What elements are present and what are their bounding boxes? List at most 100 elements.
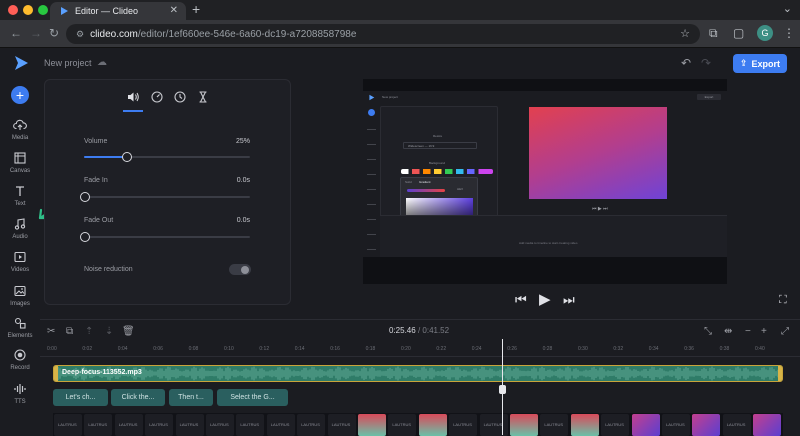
text-clip[interactable]: Click the... [111, 389, 165, 406]
clock-icon[interactable] [173, 90, 187, 104]
clideo-logo-icon[interactable] [12, 54, 30, 72]
sidebar-item-media[interactable]: Media [0, 118, 40, 141]
play-icon[interactable]: ▶ [539, 290, 551, 308]
sidebar-item-tts[interactable]: TTS [0, 382, 40, 405]
video-preview[interactable]: New project Export Resize Widescreen — 1… [363, 79, 727, 284]
volume-slider[interactable] [84, 152, 250, 162]
sidebar-item-images[interactable]: Images [0, 284, 40, 307]
video-thumbnail-label: LAUTRUS [210, 422, 229, 427]
video-thumbnail-label: LAUTRUS [666, 422, 685, 427]
sidebar-item-record[interactable]: Record [0, 348, 40, 371]
mini-gradient-bar [407, 189, 445, 192]
audio-clip[interactable]: Deep-focus-113552.mp3 [53, 365, 783, 382]
ruler-tick-label: 0:12 [259, 346, 270, 352]
mini-gradient-tab: Gradient [419, 180, 431, 184]
reload-icon[interactable]: ↻ [49, 26, 59, 40]
ruler-tick-label: 0:36 [684, 346, 694, 352]
project-name[interactable]: New project [44, 58, 92, 68]
browser-menu-icon[interactable]: ⋮ [783, 26, 795, 40]
fit-timeline-icon[interactable]: ⤡ [704, 326, 712, 337]
split-view-icon[interactable]: ⇹ [724, 326, 732, 337]
volume-slider-knob[interactable] [121, 152, 132, 162]
undo-icon[interactable]: ↶ [681, 56, 691, 70]
video-thumbnail-label: LAUTRUS [605, 422, 624, 427]
ruler-tick-label: 0:18 [365, 346, 376, 352]
ruler-tick-label: 0:02 [82, 346, 93, 352]
timeline: ✂ ⧉ ⇡ ⇣ 🗑 0:25.46 / 0:41.52 ⤡ ⇹ − + ⤢ 0:… [40, 319, 800, 436]
extensions-icon[interactable]: ⧉ [709, 26, 718, 41]
ruler-tick-label: 0:04 [117, 346, 128, 352]
mini-timeline [380, 215, 727, 257]
video-thumbnail-label: LAUTRUS [453, 422, 472, 427]
export-button[interactable]: ⇪ Export [733, 54, 787, 73]
tab-close-icon[interactable]: ✕ [170, 5, 178, 16]
ruler-tick-label: 0:40 [755, 346, 765, 352]
browser-tab[interactable]: Editor — Clideo ✕ [50, 2, 186, 20]
sidebar-item-elements[interactable]: Elements [0, 316, 40, 339]
site-settings-icon[interactable]: ⚙ [76, 29, 84, 40]
fade-in-slider-knob[interactable] [80, 192, 90, 202]
sidebar-item-audio[interactable]: Audio [0, 217, 40, 240]
hourglass-icon[interactable] [196, 90, 210, 104]
text-clip[interactable]: Then t... [169, 389, 213, 406]
video-track[interactable]: LAUTRUS LAUTRUS LAUTRUS LAUTRUS LAUTRUS LAUTR… [53, 413, 783, 436]
fade-out-slider[interactable] [80, 232, 250, 242]
cloud-sync-icon: ☁ [97, 57, 107, 68]
video-thumbnail [692, 414, 721, 436]
move-down-icon[interactable]: ⇣ [105, 326, 113, 337]
audio-clip-name: Deep-focus-113552.mp3 [62, 369, 142, 376]
time-ruler[interactable]: 0:00 0:02 0:04 0:06 0:08 0:10 0:12 0:14 0:16 0:18… [40, 345, 800, 357]
back-arrow-icon[interactable]: ← [10, 26, 22, 40]
zoom-in-icon[interactable]: + [761, 326, 767, 337]
ruler-tick-label: 0:22 [436, 346, 447, 352]
video-thumbnail: LAUTRUS [722, 414, 751, 436]
add-media-button[interactable]: + [11, 86, 29, 104]
tab-search-chevron-icon[interactable]: ⌄ [783, 2, 792, 15]
text-clip[interactable]: Select the G... [217, 389, 288, 406]
speed-icon[interactable] [150, 90, 164, 104]
skip-forward-icon[interactable]: ⏭ [563, 292, 575, 308]
window-zoom-button[interactable] [38, 5, 48, 15]
sidebar-item-text[interactable]: Text [0, 184, 40, 207]
text-clip[interactable]: Let's ch... [53, 389, 108, 406]
window-minimize-button[interactable] [23, 5, 33, 15]
fullscreen-icon[interactable]: ⛶ [779, 294, 787, 307]
video-thumbnail: LAUTRUS [145, 414, 174, 436]
zoom-out-icon[interactable]: − [745, 326, 751, 337]
new-tab-icon[interactable]: + [192, 1, 200, 17]
delete-icon[interactable]: 🗑 [122, 326, 135, 337]
time-display: 0:25.46 / 0:41.52 [389, 326, 449, 335]
audio-clip-right-handle[interactable] [778, 366, 782, 381]
sidebar-item-videos[interactable]: Videos [0, 250, 40, 273]
scissors-icon[interactable]: ✂ [47, 326, 55, 337]
total-time: 0:41.52 [422, 326, 450, 335]
sidebar-panel-icon[interactable]: ▢ [733, 26, 744, 40]
bookmark-star-icon[interactable]: ☆ [680, 27, 690, 40]
video-thumbnail: LAUTRUS [266, 414, 295, 436]
video-thumbnail: LAUTRUS [175, 414, 204, 436]
mini-project-name: New project [382, 95, 398, 99]
video-thumbnail-label: LAUTRUS [270, 422, 290, 427]
duplicate-icon[interactable]: ⧉ [66, 326, 73, 337]
video-thumbnail-label: LAUTRUS [301, 422, 320, 427]
expand-icon[interactable]: ⤢ [781, 326, 789, 337]
forward-arrow-icon[interactable]: → [30, 26, 42, 40]
url-field[interactable]: ⚙ clideo.com /editor/1ef660ee-546e-6a60-… [66, 24, 700, 44]
window-close-button[interactable] [8, 5, 18, 15]
move-up-icon[interactable]: ⇡ [85, 326, 93, 337]
noise-reduction-toggle[interactable] [229, 264, 251, 275]
audio-clip-left-handle[interactable] [54, 366, 58, 381]
ruler-tick-label: 0:20 [401, 346, 411, 352]
redo-icon[interactable]: ↷ [701, 56, 711, 70]
fade-in-value: 0.0s [236, 177, 250, 184]
fade-out-slider-knob[interactable] [80, 232, 90, 242]
export-label: Export [751, 58, 781, 69]
cloud-upload-icon [13, 119, 27, 130]
preview-frame: New project Export Resize Widescreen — 1… [363, 91, 727, 257]
skip-back-icon[interactable]: ⏮ [515, 292, 527, 308]
profile-avatar[interactable]: G [757, 25, 773, 41]
fade-in-slider[interactable] [80, 192, 250, 202]
sidebar-item-canvas[interactable]: Canvas [0, 151, 40, 174]
volume-icon[interactable] [126, 90, 140, 104]
playhead-line[interactable] [502, 339, 503, 435]
